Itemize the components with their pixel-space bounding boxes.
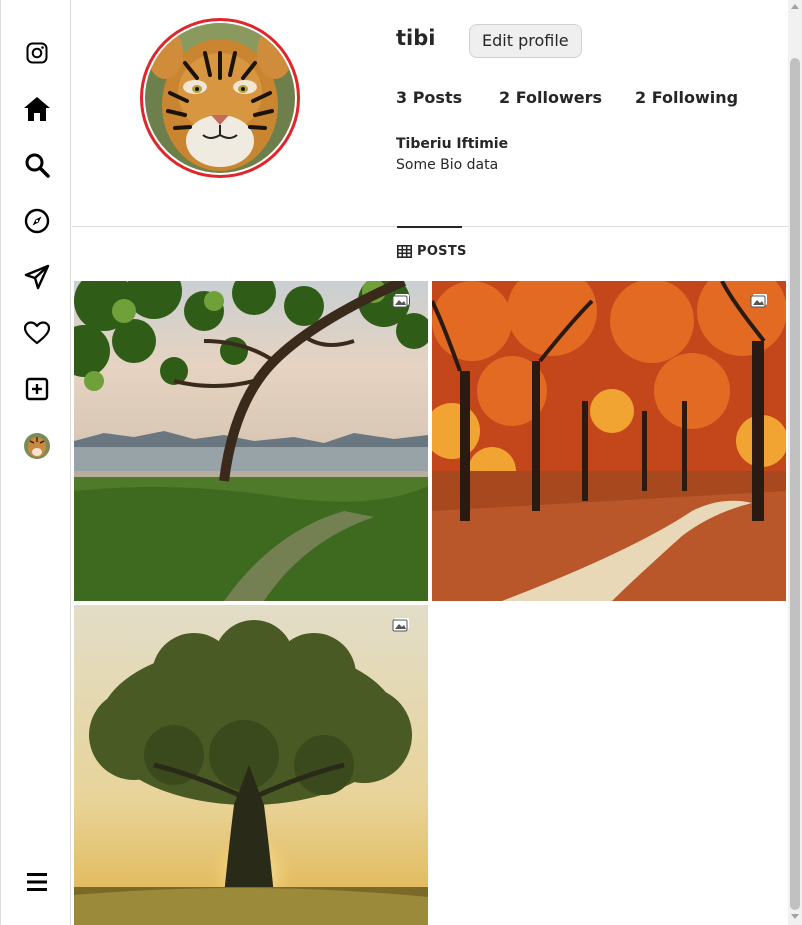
home-icon[interactable]: [21, 93, 53, 125]
menu-hamburger-icon[interactable]: [21, 866, 53, 898]
grid-icon: [397, 245, 412, 258]
profile-bio: Some Bio data: [396, 157, 499, 173]
notifications-heart-icon[interactable]: [21, 317, 53, 349]
followers-count[interactable]: 2 Followers: [499, 88, 602, 107]
image-icon: [750, 294, 767, 308]
profile-username: tibi: [396, 26, 436, 50]
post-tile-1[interactable]: [74, 281, 428, 601]
image-icon: [392, 294, 409, 308]
post-tile-3[interactable]: [74, 605, 428, 925]
search-icon[interactable]: [21, 149, 53, 181]
scroll-up-arrow-icon[interactable]: [791, 4, 799, 9]
profile-full-name: Tiberiu Iftimie: [396, 136, 509, 152]
tab-posts[interactable]: POSTS: [397, 244, 467, 259]
instagram-icon[interactable]: [21, 37, 53, 69]
messages-send-icon[interactable]: [21, 261, 53, 293]
profile-avatar[interactable]: [24, 433, 50, 459]
create-plus-icon[interactable]: [21, 373, 53, 405]
following-count[interactable]: 2 Following: [635, 88, 738, 107]
posts-count[interactable]: 3 Posts: [396, 88, 462, 107]
active-tab-indicator: [397, 226, 462, 228]
image-icon: [392, 618, 409, 632]
profile-picture-ring[interactable]: [140, 18, 300, 178]
edit-profile-button[interactable]: Edit profile: [469, 24, 582, 58]
profile-picture: [145, 23, 295, 173]
sidebar: [0, 0, 71, 925]
explore-compass-icon[interactable]: [21, 205, 53, 237]
scroll-down-arrow-icon[interactable]: [791, 914, 799, 919]
profile-main: tibi Edit profile 3 Posts 2 Followers 2 …: [72, 0, 788, 925]
tab-posts-label: POSTS: [417, 244, 467, 259]
post-tile-2[interactable]: [432, 281, 786, 601]
scrollbar-thumb[interactable]: [790, 58, 800, 910]
